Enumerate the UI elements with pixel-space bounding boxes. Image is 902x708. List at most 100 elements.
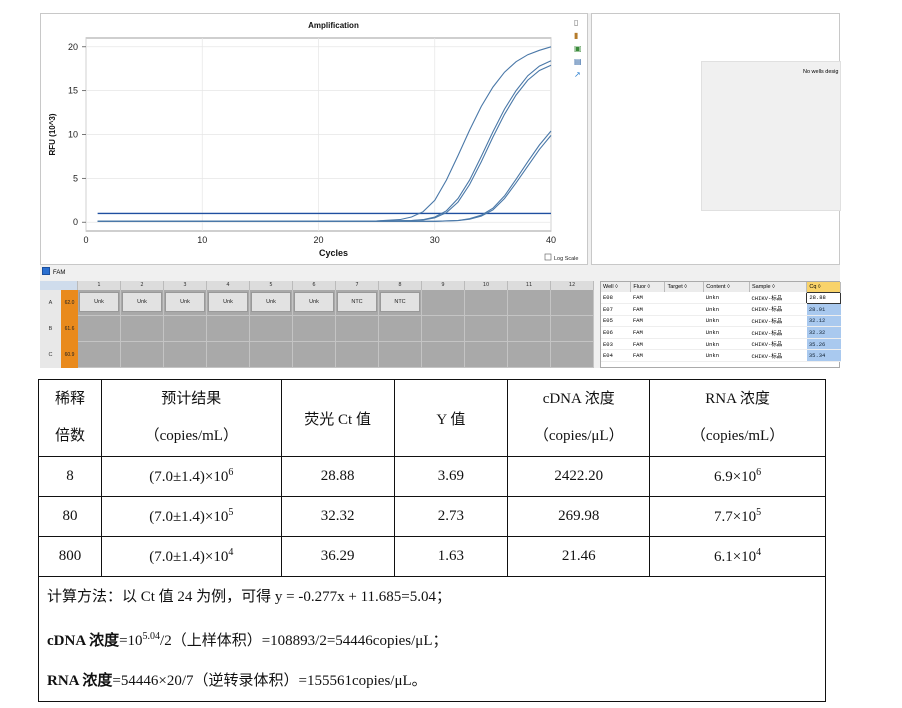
header-rna-2: （copies/mL） bbox=[690, 428, 785, 444]
plate-cell[interactable] bbox=[121, 342, 164, 368]
plate-cell[interactable] bbox=[207, 316, 250, 342]
plate-column-header[interactable]: 10 bbox=[465, 281, 508, 290]
plate-column-header[interactable]: 12 bbox=[551, 281, 594, 290]
well-table-cell: 35.34 bbox=[806, 349, 841, 363]
plate-cell[interactable] bbox=[422, 290, 465, 316]
well-table-header[interactable]: Sample ◊ bbox=[749, 282, 808, 292]
plate-cell[interactable] bbox=[336, 342, 379, 368]
log-scale-checkbox[interactable] bbox=[544, 253, 552, 261]
plate-cell[interactable] bbox=[293, 316, 336, 342]
plate-cell[interactable] bbox=[121, 316, 164, 342]
well-table-row[interactable]: E05 FAM Unkn CHIKV-标品 32.12 bbox=[601, 315, 841, 328]
well-table-row[interactable]: E08 FAM Unkn CHIKV-标品 28.88 bbox=[601, 291, 841, 305]
plate-column-header[interactable]: 8 bbox=[379, 281, 422, 290]
plate-column-header[interactable]: 4 bbox=[207, 281, 250, 290]
well-table-cell: 32.32 bbox=[806, 326, 841, 339]
well-table-cell: CHIKV-标品 bbox=[749, 303, 807, 316]
plate-cell[interactable] bbox=[164, 316, 207, 342]
plate-well[interactable]: Unk bbox=[165, 292, 205, 312]
plate-column-header[interactable]: 5 bbox=[250, 281, 293, 290]
plate-cell[interactable] bbox=[508, 342, 551, 368]
well-table-header[interactable]: Fluor ◊ bbox=[630, 282, 666, 292]
x-tick-label: 40 bbox=[546, 235, 556, 245]
well-table-cell: Unkn bbox=[703, 315, 750, 328]
plate-well[interactable]: Unk bbox=[251, 292, 291, 312]
plate-cell[interactable] bbox=[78, 316, 121, 342]
plate-row-header[interactable]: B bbox=[40, 316, 61, 342]
note-line-3: RNA 浓度=54446×20/7（逆转录体积）=155561copies/μL… bbox=[47, 661, 817, 701]
copy-icon[interactable]: ▯ bbox=[574, 18, 583, 27]
cell-cdna: 21.46 bbox=[507, 536, 651, 577]
plate-cell[interactable] bbox=[465, 316, 508, 342]
plate-well[interactable]: Unk bbox=[122, 292, 162, 312]
plate-row-header[interactable]: C bbox=[40, 342, 61, 368]
header-cdna-2: （copies/μL） bbox=[533, 428, 624, 444]
plate-cell[interactable] bbox=[422, 342, 465, 368]
plate-well[interactable]: Unk bbox=[208, 292, 248, 312]
plate-cell[interactable] bbox=[250, 342, 293, 368]
plate-cell[interactable] bbox=[465, 290, 508, 316]
plate-column-header[interactable]: 6 bbox=[293, 281, 336, 290]
plate-cell[interactable] bbox=[551, 290, 594, 316]
cell-y: 2.73 bbox=[393, 496, 509, 537]
graph-options-icon[interactable]: ↗ bbox=[574, 70, 583, 79]
plate-column-header[interactable]: 3 bbox=[164, 281, 207, 290]
cell-rna: 7.7×105 bbox=[649, 496, 826, 537]
well-table-row[interactable]: E07 FAM Unkn CHIKV-标品 28.91 bbox=[601, 303, 841, 316]
plate-cell[interactable] bbox=[551, 342, 594, 368]
plate-cell[interactable] bbox=[422, 316, 465, 342]
plate-cell[interactable] bbox=[164, 342, 207, 368]
plate-column-header[interactable]: 11 bbox=[508, 281, 551, 290]
plate-well[interactable]: Unk bbox=[294, 292, 334, 312]
plate-column-header[interactable]: 2 bbox=[121, 281, 164, 290]
well-table-row[interactable]: E03 FAM Unkn CHIKV-标品 35.26 bbox=[601, 338, 841, 351]
print-icon[interactable]: ▮ bbox=[574, 31, 583, 40]
plate-cell[interactable] bbox=[379, 342, 422, 368]
plate-column-header[interactable]: 9 bbox=[422, 281, 465, 290]
well-table-cell bbox=[664, 292, 704, 305]
plate-cell[interactable] bbox=[551, 316, 594, 342]
export-icon[interactable]: ▤ bbox=[574, 57, 583, 66]
header-cdna-1: cDNA 浓度 bbox=[542, 391, 615, 407]
plate-cell[interactable] bbox=[207, 342, 250, 368]
plate-well[interactable]: NTC bbox=[380, 292, 420, 312]
fam-checkbox[interactable] bbox=[42, 267, 50, 276]
header-expected-1: 预计结果 bbox=[161, 391, 222, 407]
well-table-header[interactable]: Target ◊ bbox=[664, 282, 705, 292]
well-table-header[interactable]: Content ◊ bbox=[703, 282, 750, 292]
chart-title: Amplification bbox=[308, 21, 359, 30]
plate-well[interactable]: Unk bbox=[79, 292, 119, 312]
plate-cell[interactable] bbox=[508, 316, 551, 342]
x-tick-label: 20 bbox=[313, 235, 323, 245]
well-selector-area: No wells desig bbox=[701, 61, 841, 211]
cell-y: 1.63 bbox=[393, 536, 509, 577]
plate-well[interactable]: NTC bbox=[337, 292, 377, 312]
results-row: 80 (7.0±1.4)×105 32.32 2.73 269.98 7.7×105 bbox=[38, 496, 826, 537]
well-table-cell: CHIKV-标品 bbox=[749, 292, 807, 305]
plate-cell[interactable] bbox=[508, 290, 551, 316]
well-table-row[interactable]: E06 FAM Unkn CHIKV-标品 32.32 bbox=[601, 326, 841, 339]
well-table-header[interactable]: Well ◊ bbox=[601, 282, 632, 292]
plate-row-temp: 62.0 bbox=[61, 290, 78, 316]
plate-cell[interactable] bbox=[78, 342, 121, 368]
plate-row-header[interactable]: A bbox=[40, 290, 61, 316]
save-image-icon[interactable]: ▣ bbox=[574, 44, 583, 53]
well-table-cell: FAM bbox=[630, 315, 665, 328]
well-table-row[interactable]: E04 FAM Unkn CHIKV-标品 35.34 bbox=[601, 349, 841, 363]
note-rna-label: RNA 浓度 bbox=[47, 673, 113, 689]
plate-cell[interactable] bbox=[293, 342, 336, 368]
well-table-cell bbox=[664, 338, 704, 351]
fluor-label: FAM bbox=[53, 270, 66, 276]
plate-cell[interactable] bbox=[379, 316, 422, 342]
plate-cell[interactable] bbox=[250, 316, 293, 342]
x-tick-label: 30 bbox=[430, 235, 440, 245]
plate-column-header[interactable]: 1 bbox=[78, 281, 121, 290]
plate-column-header[interactable]: 7 bbox=[336, 281, 379, 290]
plate-cell[interactable] bbox=[465, 342, 508, 368]
well-table-cell bbox=[664, 315, 704, 328]
fluor-selector[interactable]: FAM bbox=[40, 267, 588, 279]
well-results-table: Well ◊ Fluor ◊ Target ◊ Content ◊ Sample ◊ Cq… bbox=[600, 281, 841, 368]
plate-cell[interactable] bbox=[336, 316, 379, 342]
y-axis-label: RFU (10^3) bbox=[48, 113, 57, 155]
well-table-header[interactable]: Cq ◊ bbox=[806, 282, 841, 292]
